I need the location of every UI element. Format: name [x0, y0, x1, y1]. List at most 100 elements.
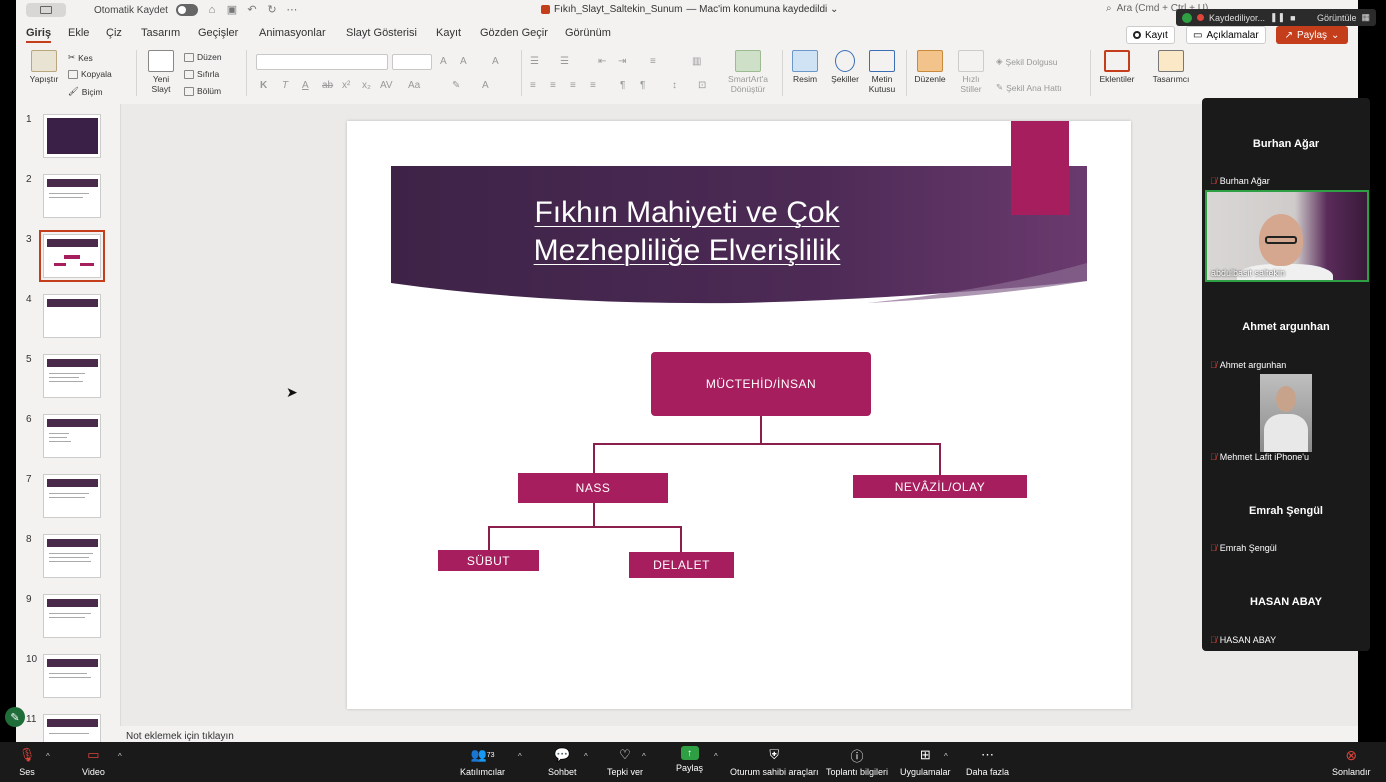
slide-thumbnail[interactable]: 11: [16, 710, 120, 742]
video-button[interactable]: ▭ Video: [82, 746, 105, 777]
pause-icon[interactable]: ❚❚: [1270, 12, 1285, 23]
align-right-icon[interactable]: ≡: [570, 80, 576, 91]
rtl-icon[interactable]: ¶: [640, 80, 645, 91]
tab-gozden-gecir[interactable]: Gözden Geçir: [480, 27, 548, 39]
grow-font-icon[interactable]: A: [440, 56, 447, 67]
tab-gorunum[interactable]: Görünüm: [565, 27, 611, 39]
comments-button[interactable]: ▭ Açıklamalar: [1186, 26, 1266, 44]
tab-animasyonlar[interactable]: Animasyonlar: [259, 27, 326, 39]
slide-title[interactable]: Fıkhın Mahiyeti ve Çok Mezhepliliğe Elve…: [407, 194, 967, 270]
designer-button[interactable]: Tasarımcı: [1146, 50, 1196, 84]
tab-ekle[interactable]: Ekle: [68, 27, 89, 39]
node-delalet[interactable]: DELALET: [629, 552, 734, 578]
slide-thumbnail[interactable]: 7: [16, 470, 120, 520]
layout-button[interactable]: Düzen: [184, 52, 222, 62]
document-title[interactable]: Fıkıh_Slayt_Saltekin_Sunum — Mac'im konu…: [541, 4, 838, 15]
tab-tasarim[interactable]: Tasarım: [141, 27, 180, 39]
bold-icon[interactable]: K: [260, 80, 267, 91]
shrink-font-icon[interactable]: A: [460, 56, 467, 67]
react-button[interactable]: ♡ Tepki ver: [607, 746, 643, 777]
meeting-info-button[interactable]: ⓘ Toplantı bilgileri: [826, 746, 888, 778]
chevron-up-icon[interactable]: ^: [584, 752, 588, 761]
slide-thumbnail[interactable]: 9: [16, 590, 120, 640]
subscript-icon[interactable]: x₂: [362, 80, 371, 91]
superscript-icon[interactable]: x²: [342, 80, 350, 91]
strikethrough-icon[interactable]: ab: [322, 80, 333, 91]
more-icon[interactable]: ⋯: [286, 4, 298, 16]
font-size-select[interactable]: [392, 54, 432, 70]
autosave-toggle[interactable]: [175, 4, 198, 16]
apps-button[interactable]: ⊞ Uygulamalar: [900, 746, 951, 777]
align-left-icon[interactable]: ≡: [530, 80, 536, 91]
participant-video[interactable]: [1260, 374, 1312, 452]
font-name-select[interactable]: [256, 54, 388, 70]
tab-slayt-gosterisi[interactable]: Slayt Gösterisi: [346, 27, 417, 39]
audio-button[interactable]: 🎙 Ses: [18, 746, 36, 777]
chevron-up-icon[interactable]: ^: [518, 752, 522, 761]
numbering-icon[interactable]: ☰: [560, 56, 569, 67]
node-subut[interactable]: SÜBUT: [438, 550, 539, 571]
highlight-icon[interactable]: ✎: [452, 80, 460, 91]
grid-icon[interactable]: ▦: [1361, 12, 1370, 23]
tab-gecisler[interactable]: Geçişler: [198, 27, 238, 39]
columns-icon[interactable]: ▥: [692, 56, 701, 67]
format-painter-button[interactable]: 🖌 Biçim: [68, 86, 103, 97]
current-slide[interactable]: Fıkhın Mahiyeti ve Çok Mezhepliliğe Elve…: [347, 121, 1131, 709]
picture-button[interactable]: Resim: [788, 50, 822, 84]
increase-indent-icon[interactable]: ⇥: [618, 56, 626, 67]
tab-kayit[interactable]: Kayıt: [436, 27, 461, 39]
annotate-pencil-icon[interactable]: ✎: [5, 707, 25, 727]
recording-indicator[interactable]: Kaydediliyor... ❚❚ ■ Görüntüle ▦: [1176, 9, 1376, 26]
participants-button[interactable]: 👥 73 Katılımcılar: [460, 746, 505, 777]
host-tools-button[interactable]: ⛨ Oturum sahibi araçları: [730, 746, 819, 777]
slide-thumbnail[interactable]: 1: [16, 110, 120, 160]
underline-icon[interactable]: A: [302, 80, 309, 91]
chevron-up-icon[interactable]: ^: [118, 752, 122, 761]
save-icon[interactable]: ▣: [226, 4, 238, 16]
paste-button[interactable]: Yapıştır: [24, 50, 64, 84]
node-mucted-insan[interactable]: MÜCTEHİD/İNSAN: [651, 352, 871, 416]
slide-thumbnail[interactable]: 8: [16, 530, 120, 580]
font-color-icon[interactable]: A: [482, 80, 489, 91]
shape-outline-button[interactable]: ✎ Şekil Ana Hattı: [996, 82, 1062, 93]
shapes-button[interactable]: Şekiller: [828, 50, 862, 84]
share-button[interactable]: ↗ Paylaş ⌄: [1276, 26, 1348, 44]
tab-giris[interactable]: Giriş: [26, 27, 52, 43]
italic-icon[interactable]: T: [282, 80, 288, 91]
chevron-up-icon[interactable]: ^: [944, 752, 948, 761]
end-meeting-button[interactable]: ⊗ Sonlandır: [1332, 746, 1371, 778]
participant-video-active-speaker[interactable]: abdulbasit saltekin: [1205, 190, 1369, 282]
slide-thumbnail[interactable]: 6: [16, 410, 120, 460]
line-spacing-icon[interactable]: ≡: [650, 56, 656, 67]
record-button[interactable]: Kayıt: [1126, 26, 1175, 44]
slide-thumbnail[interactable]: 3: [16, 230, 120, 282]
copy-button[interactable]: Kopyala: [68, 69, 112, 79]
screen-share-button[interactable]: ↑ Paylaş: [676, 746, 703, 773]
redo-icon[interactable]: ↻: [266, 4, 278, 16]
addins-button[interactable]: Eklentiler: [1096, 50, 1138, 84]
more-button[interactable]: ⋯ Daha fazla: [966, 746, 1009, 777]
slide-thumbnail[interactable]: 4: [16, 290, 120, 340]
shape-fill-button[interactable]: ◈ Şekil Dolgusu: [996, 56, 1058, 67]
section-button[interactable]: Bölüm: [184, 86, 221, 96]
slide-thumbnail[interactable]: 10: [16, 650, 120, 700]
view-button[interactable]: Görüntüle: [1317, 13, 1357, 23]
chevron-up-icon[interactable]: ^: [642, 752, 646, 761]
new-slide-button[interactable]: Yeni Slayt: [142, 50, 180, 94]
undo-icon[interactable]: ↶: [246, 4, 258, 16]
decrease-indent-icon[interactable]: ⇤: [598, 56, 606, 67]
stop-icon[interactable]: ■: [1290, 13, 1295, 23]
notes-placeholder[interactable]: Not eklemek için tıklayın: [126, 731, 234, 742]
chevron-up-icon[interactable]: ^: [46, 752, 50, 761]
arrange-button[interactable]: Düzenle: [912, 50, 948, 84]
slide-thumbnail[interactable]: 2: [16, 170, 120, 220]
cut-button[interactable]: ✂ Kes: [68, 52, 93, 63]
bullets-icon[interactable]: ☰: [530, 56, 539, 67]
quick-styles-button[interactable]: Hızlı Stiller: [954, 50, 988, 94]
align-text-icon[interactable]: ↕: [672, 80, 677, 91]
home-icon[interactable]: ⌂: [206, 4, 218, 16]
reset-button[interactable]: Sıfırla: [184, 69, 219, 79]
align-center-icon[interactable]: ≡: [550, 80, 556, 91]
sidebar-toggle-icon[interactable]: [26, 3, 66, 17]
node-nass[interactable]: NASS: [518, 473, 668, 503]
